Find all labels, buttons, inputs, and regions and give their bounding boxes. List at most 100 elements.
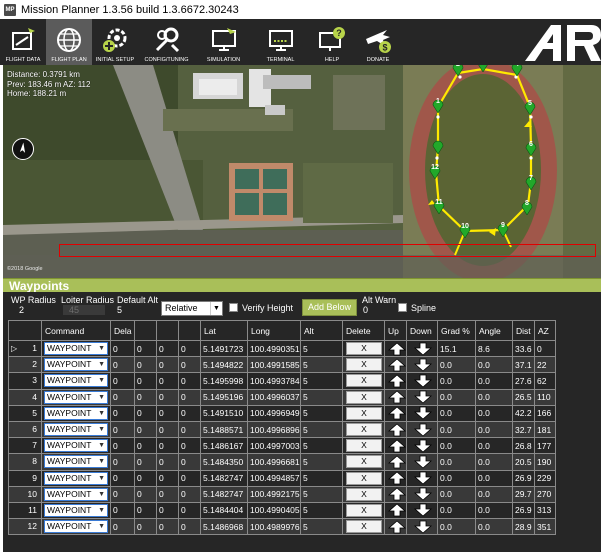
down-cell[interactable]: [406, 420, 438, 439]
delete-row-button[interactable]: X: [346, 423, 382, 437]
param2-cell[interactable]: 0: [134, 339, 157, 358]
param4-cell[interactable]: 0: [178, 518, 201, 536]
down-cell[interactable]: [406, 372, 438, 390]
lat-cell[interactable]: 5.1491723: [200, 339, 248, 358]
param3-cell[interactable]: 0: [156, 469, 179, 487]
delay-cell[interactable]: 0: [110, 437, 135, 455]
col-header-alt[interactable]: Alt: [300, 320, 343, 341]
row-header[interactable]: 11: [8, 501, 42, 520]
param4-cell[interactable]: 0: [178, 404, 201, 422]
long-cell[interactable]: 100.4990351: [247, 339, 301, 358]
long-cell[interactable]: 100.4997003: [247, 437, 301, 455]
param3-cell[interactable]: 0: [156, 453, 179, 471]
down-cell[interactable]: [406, 356, 438, 374]
param3-cell[interactable]: 0: [156, 356, 179, 374]
param2-cell[interactable]: 0: [134, 485, 157, 503]
command-select[interactable]: WAYPOINT ▼: [44, 520, 108, 534]
down-cell[interactable]: [406, 469, 438, 487]
col-header-param2[interactable]: [134, 320, 157, 341]
col-header-delay[interactable]: Dela: [110, 320, 135, 341]
command-cell[interactable]: WAYPOINT ▼: [41, 339, 111, 358]
col-header-az[interactable]: AZ: [534, 320, 556, 341]
table-row[interactable]: 5 WAYPOINT ▼ 0 0 0 0 5.1491510 100.4996949 5 X 0.0 0…: [8, 404, 556, 422]
command-cell[interactable]: WAYPOINT ▼: [41, 469, 111, 487]
up-cell[interactable]: [384, 453, 407, 471]
param4-cell[interactable]: 0: [178, 356, 201, 374]
down-cell[interactable]: [406, 518, 438, 536]
down-cell[interactable]: [406, 453, 438, 471]
command-select[interactable]: WAYPOINT ▼: [44, 439, 108, 453]
delete-row-button[interactable]: X: [346, 342, 382, 356]
alt-cell[interactable]: 5: [300, 501, 343, 520]
delete-row-button[interactable]: X: [346, 390, 382, 404]
alt-cell[interactable]: 5: [300, 388, 343, 406]
lat-cell[interactable]: 5.1494822: [200, 356, 248, 374]
lat-cell[interactable]: 5.1495196: [200, 388, 248, 406]
param4-cell[interactable]: 0: [178, 453, 201, 471]
command-select[interactable]: WAYPOINT ▼: [44, 471, 108, 485]
long-cell[interactable]: 100.4989976: [247, 518, 301, 536]
delete-row-button[interactable]: X: [346, 406, 382, 420]
up-cell[interactable]: [384, 485, 407, 503]
delay-cell[interactable]: 0: [110, 404, 135, 422]
toolbar-help[interactable]: ? HELP: [309, 19, 355, 65]
lat-cell[interactable]: 5.1484350: [200, 453, 248, 471]
long-cell[interactable]: 100.4994857: [247, 469, 301, 487]
delay-cell[interactable]: 0: [110, 469, 135, 487]
param2-cell[interactable]: 0: [134, 518, 157, 536]
delete-row-button[interactable]: X: [346, 455, 382, 469]
long-cell[interactable]: 100.4993784: [247, 372, 301, 390]
delay-cell[interactable]: 0: [110, 356, 135, 374]
lat-cell[interactable]: 5.1482747: [200, 469, 248, 487]
command-cell[interactable]: WAYPOINT ▼: [41, 453, 111, 471]
param4-cell[interactable]: 0: [178, 437, 201, 455]
param4-cell[interactable]: 0: [178, 388, 201, 406]
command-select[interactable]: WAYPOINT ▼: [44, 390, 108, 404]
col-header-long[interactable]: Long: [247, 320, 301, 341]
up-cell[interactable]: [384, 388, 407, 406]
alt-cell[interactable]: 5: [300, 356, 343, 374]
param4-cell[interactable]: 0: [178, 372, 201, 390]
loiter-radius-input[interactable]: 45: [63, 305, 105, 315]
command-select[interactable]: WAYPOINT ▼: [44, 455, 108, 469]
alt-cell[interactable]: 5: [300, 469, 343, 487]
map-waypoint-9[interactable]: 9: [497, 221, 509, 238]
map-waypoint-12[interactable]: 12: [429, 163, 441, 180]
table-row[interactable]: 10 WAYPOINT ▼ 0 0 0 0 5.1482747 100.4992175 5 X 0.0…: [8, 485, 556, 503]
down-cell[interactable]: [406, 501, 438, 520]
command-select[interactable]: WAYPOINT ▼: [44, 423, 108, 437]
command-cell[interactable]: WAYPOINT ▼: [41, 437, 111, 455]
row-header[interactable]: 9: [8, 469, 42, 487]
alt-cell[interactable]: 5: [300, 437, 343, 455]
row-header[interactable]: 3: [8, 372, 42, 390]
table-row[interactable]: 2 WAYPOINT ▼ 0 0 0 0 5.1494822 100.4991585 5 X 0.0 0…: [8, 356, 556, 374]
param4-cell[interactable]: 0: [178, 485, 201, 503]
delete-row-button[interactable]: X: [346, 520, 382, 534]
row-header[interactable]: 4: [8, 388, 42, 406]
command-select[interactable]: WAYPOINT ▼: [44, 503, 108, 517]
lat-cell[interactable]: 5.1491510: [200, 404, 248, 422]
lat-cell[interactable]: 5.1495998: [200, 372, 248, 390]
row-header[interactable]: 12: [8, 518, 42, 536]
toolbar-initial-setup[interactable]: INITIAL SETUP: [92, 19, 138, 65]
table-row[interactable]: 3 WAYPOINT ▼ 0 0 0 0 5.1495998 100.4993784 5 X 0.0 0…: [8, 372, 556, 390]
long-cell[interactable]: 100.4992175: [247, 485, 301, 503]
alt-cell[interactable]: 5: [300, 404, 343, 422]
toolbar-donate[interactable]: $ DONATE: [355, 19, 401, 65]
param3-cell[interactable]: 0: [156, 388, 179, 406]
table-row[interactable]: 11 WAYPOINT ▼ 0 0 0 0 5.1484404 100.4990405 5 X 0.0…: [8, 501, 556, 520]
toolbar-simulation[interactable]: SIMULATION: [195, 19, 252, 65]
long-cell[interactable]: 100.4996037: [247, 388, 301, 406]
delete-row-button[interactable]: X: [346, 471, 382, 485]
up-cell[interactable]: [384, 356, 407, 374]
spline-checkbox[interactable]: [398, 303, 407, 312]
alt-cell[interactable]: 5: [300, 420, 343, 439]
param3-cell[interactable]: 0: [156, 372, 179, 390]
delete-row-button[interactable]: X: [346, 503, 382, 517]
map-waypoint-1[interactable]: 1: [432, 97, 444, 114]
long-cell[interactable]: 100.4991585: [247, 356, 301, 374]
long-cell[interactable]: 100.4996896: [247, 420, 301, 439]
param2-cell[interactable]: 0: [134, 356, 157, 374]
param4-cell[interactable]: 0: [178, 339, 201, 358]
delay-cell[interactable]: 0: [110, 453, 135, 471]
